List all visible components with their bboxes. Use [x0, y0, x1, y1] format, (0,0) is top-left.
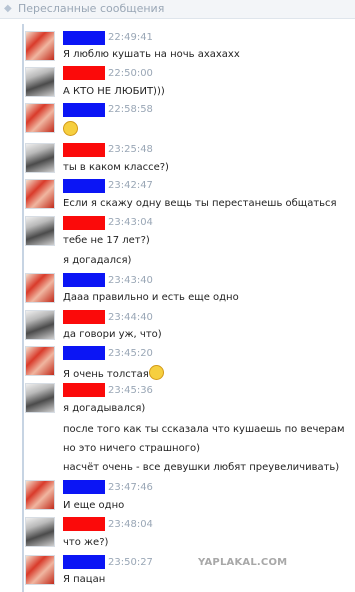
- timestamp: 23:43:04: [108, 217, 153, 228]
- message-text: после того как ты ссказала что кушаешь п…: [63, 424, 345, 435]
- timestamp: 23:50:27: [108, 557, 153, 568]
- timestamp: 23:48:04: [108, 519, 153, 530]
- header-title: Пересланные сообщения: [18, 2, 165, 15]
- timestamp: 23:45:20: [108, 348, 153, 359]
- avatar[interactable]: [25, 179, 55, 209]
- avatar[interactable]: [25, 216, 55, 246]
- avatar[interactable]: [25, 273, 55, 303]
- thread-line: [22, 24, 24, 592]
- timestamp: 23:45:36: [108, 385, 153, 396]
- watermark: YAPLAKAL.COM: [198, 557, 288, 568]
- timestamp: 23:43:40: [108, 275, 153, 286]
- message-text: ты в каком классе?): [63, 162, 169, 173]
- sender-name-redacted[interactable]: [63, 555, 105, 569]
- message-text: А КТО НЕ ЛЮБИТ))): [63, 86, 165, 97]
- sender-name-redacted[interactable]: [63, 103, 105, 117]
- avatar[interactable]: [25, 517, 55, 547]
- timestamp: 22:58:58: [108, 104, 153, 115]
- forward-arrow-icon: ◆: [4, 3, 12, 14]
- timestamp: 23:44:40: [108, 312, 153, 323]
- sender-name-redacted[interactable]: [63, 310, 105, 324]
- avatar[interactable]: [25, 310, 55, 340]
- timestamp: 22:50:00: [108, 68, 153, 79]
- timestamp: 23:47:46: [108, 482, 153, 493]
- sender-name-redacted[interactable]: [63, 31, 105, 45]
- message-text: я догадался): [63, 255, 132, 266]
- sender-name-redacted[interactable]: [63, 66, 105, 80]
- avatar[interactable]: [25, 383, 55, 413]
- message-text: но это ничего страшного): [63, 443, 200, 454]
- message-text: Я люблю кушать на ночь ахахахх: [63, 49, 240, 60]
- sender-name-redacted[interactable]: [63, 216, 105, 230]
- timestamp: 23:42:47: [108, 180, 153, 191]
- avatar[interactable]: [25, 67, 55, 97]
- sender-name-redacted[interactable]: [63, 480, 105, 494]
- message-text: Я пацан: [63, 574, 106, 585]
- sender-name-redacted[interactable]: [63, 143, 105, 157]
- sender-name-redacted[interactable]: [63, 179, 105, 193]
- message-text: Если я скажу одну вещь ты перестанешь об…: [63, 198, 337, 209]
- sender-name-redacted[interactable]: [63, 273, 105, 287]
- sender-name-redacted[interactable]: [63, 517, 105, 531]
- sender-name-redacted[interactable]: [63, 383, 105, 397]
- timestamp: 22:49:41: [108, 32, 153, 43]
- message-text: насчёт очень - все девушки любят преувел…: [63, 462, 340, 473]
- message-text: тебе не 17 лет?): [63, 235, 150, 246]
- timestamp: 23:25:48: [108, 144, 153, 155]
- message-text: И еще одно: [63, 500, 125, 511]
- message-text: Дааа правильно и есть еще одно: [63, 292, 239, 303]
- message-text: я догадывался): [63, 403, 146, 414]
- avatar[interactable]: [25, 31, 55, 61]
- sender-name-redacted[interactable]: [63, 346, 105, 360]
- message-text-content: Я очень толстая: [63, 369, 149, 380]
- forwarded-messages-header: ◆ Пересланные сообщения: [0, 0, 355, 19]
- message-text: что же?): [63, 537, 109, 548]
- message-text: Я очень толстая: [63, 365, 164, 380]
- avatar[interactable]: [25, 555, 55, 585]
- avatar[interactable]: [25, 346, 55, 376]
- smile-emoji-icon: [63, 121, 78, 136]
- avatar[interactable]: [25, 103, 55, 133]
- avatar[interactable]: [25, 480, 55, 510]
- message-text: да говори уж, что): [63, 329, 162, 340]
- avatar[interactable]: [25, 143, 55, 173]
- embarrassed-emoji-icon: [148, 365, 164, 380]
